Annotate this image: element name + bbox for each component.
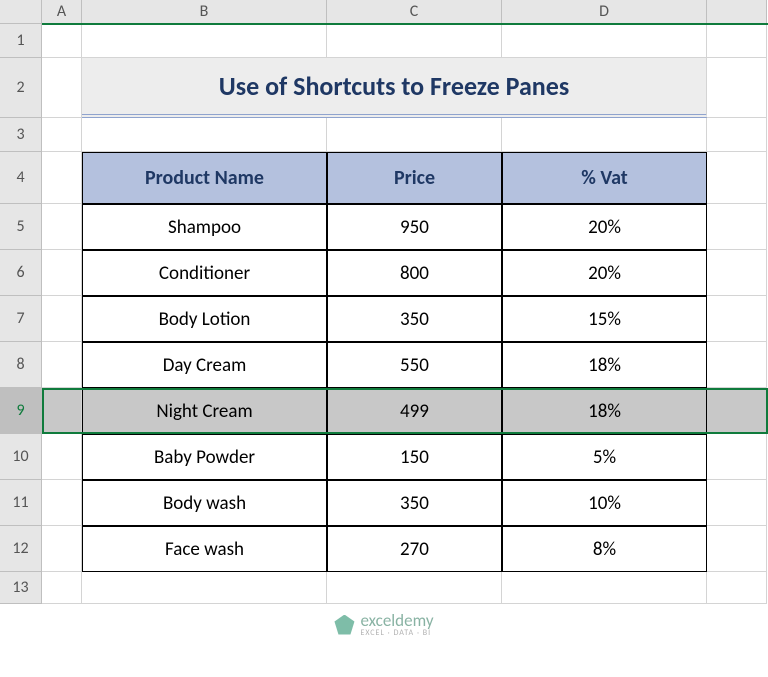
cell[interactable] <box>707 152 767 204</box>
spreadsheet-grid: A B C D 1 2 3 4 5 6 7 8 9 10 11 12 13 Us… <box>0 0 768 604</box>
cell-product[interactable]: Body Lotion <box>82 296 327 342</box>
cell[interactable] <box>707 204 767 250</box>
cell[interactable] <box>707 434 767 480</box>
row-header-7[interactable]: 7 <box>0 296 42 342</box>
cell[interactable] <box>327 572 502 604</box>
cell-price[interactable]: 350 <box>327 480 502 526</box>
col-header-b[interactable]: B <box>82 0 327 24</box>
cell[interactable] <box>42 58 82 118</box>
cell[interactable] <box>42 118 82 152</box>
page-title[interactable]: Use of Shortcuts to Freeze Panes <box>82 58 707 118</box>
cell[interactable] <box>42 250 82 296</box>
cell-price[interactable]: 499 <box>327 388 502 434</box>
cell[interactable] <box>707 526 767 572</box>
cell-vat[interactable]: 10% <box>502 480 707 526</box>
cell[interactable] <box>42 434 82 480</box>
cell-vat[interactable]: 20% <box>502 204 707 250</box>
watermark-sub: EXCEL · DATA · BI <box>360 629 433 637</box>
cell[interactable] <box>707 24 767 58</box>
cell[interactable] <box>82 24 327 58</box>
cell-price[interactable]: 950 <box>327 204 502 250</box>
cell[interactable] <box>707 480 767 526</box>
cell[interactable] <box>707 296 767 342</box>
cell-product[interactable]: Conditioner <box>82 250 327 296</box>
cell-price[interactable]: 350 <box>327 296 502 342</box>
cell-vat[interactable]: 8% <box>502 526 707 572</box>
watermark-main: exceldemy <box>360 612 433 629</box>
row-header-11[interactable]: 11 <box>0 480 42 526</box>
cell[interactable] <box>707 572 767 604</box>
row-header-2[interactable]: 2 <box>0 58 42 118</box>
row-header-4[interactable]: 4 <box>0 152 42 204</box>
row-header-6[interactable]: 6 <box>0 250 42 296</box>
cell-price[interactable]: 270 <box>327 526 502 572</box>
cell-product[interactable]: Body wash <box>82 480 327 526</box>
cell[interactable] <box>327 24 502 58</box>
cell-vat[interactable]: 15% <box>502 296 707 342</box>
row-header-3[interactable]: 3 <box>0 118 42 152</box>
cell[interactable] <box>42 296 82 342</box>
cell[interactable] <box>42 480 82 526</box>
cell[interactable] <box>707 118 767 152</box>
col-header-blank[interactable] <box>707 0 767 24</box>
cell[interactable] <box>707 250 767 296</box>
cell[interactable] <box>707 388 767 434</box>
col-header-c[interactable]: C <box>327 0 502 24</box>
table-header-product[interactable]: Product Name <box>82 152 327 204</box>
row-header-10[interactable]: 10 <box>0 434 42 480</box>
cell-vat[interactable]: 5% <box>502 434 707 480</box>
row-header-5[interactable]: 5 <box>0 204 42 250</box>
col-header-d[interactable]: D <box>502 0 707 24</box>
freeze-pane-line <box>42 23 768 25</box>
row-header-1[interactable]: 1 <box>0 24 42 58</box>
cell-vat[interactable]: 18% <box>502 342 707 388</box>
cell-price[interactable]: 150 <box>327 434 502 480</box>
cell[interactable] <box>82 572 327 604</box>
cell-product[interactable]: Day Cream <box>82 342 327 388</box>
cell[interactable] <box>42 572 82 604</box>
cell[interactable] <box>42 526 82 572</box>
cell[interactable] <box>502 24 707 58</box>
cell[interactable] <box>42 24 82 58</box>
cell-product[interactable]: Baby Powder <box>82 434 327 480</box>
cell-price[interactable]: 800 <box>327 250 502 296</box>
cell[interactable] <box>327 118 502 152</box>
cell[interactable] <box>42 342 82 388</box>
cell-product[interactable]: Shampoo <box>82 204 327 250</box>
cell[interactable] <box>82 118 327 152</box>
col-header-a[interactable]: A <box>42 0 82 24</box>
cell-price[interactable]: 550 <box>327 342 502 388</box>
cell[interactable] <box>42 388 82 434</box>
row-header-8[interactable]: 8 <box>0 342 42 388</box>
cell-product[interactable]: Face wash <box>82 526 327 572</box>
cell[interactable] <box>707 342 767 388</box>
select-all-corner[interactable] <box>0 0 42 24</box>
cell-vat[interactable]: 20% <box>502 250 707 296</box>
cell[interactable] <box>707 58 767 118</box>
exceldemy-logo-icon <box>334 615 354 635</box>
table-header-price[interactable]: Price <box>327 152 502 204</box>
cell-vat[interactable]: 18% <box>502 388 707 434</box>
cell[interactable] <box>502 118 707 152</box>
cell[interactable] <box>42 204 82 250</box>
row-header-9[interactable]: 9 <box>0 388 42 434</box>
cell-product[interactable]: Night Cream <box>82 388 327 434</box>
table-header-vat[interactable]: % Vat <box>502 152 707 204</box>
watermark-text: exceldemy EXCEL · DATA · BI <box>360 612 433 637</box>
row-header-13[interactable]: 13 <box>0 572 42 604</box>
row-header-12[interactable]: 12 <box>0 526 42 572</box>
cell[interactable] <box>502 572 707 604</box>
cell[interactable] <box>42 152 82 204</box>
watermark: exceldemy EXCEL · DATA · BI <box>334 612 433 637</box>
